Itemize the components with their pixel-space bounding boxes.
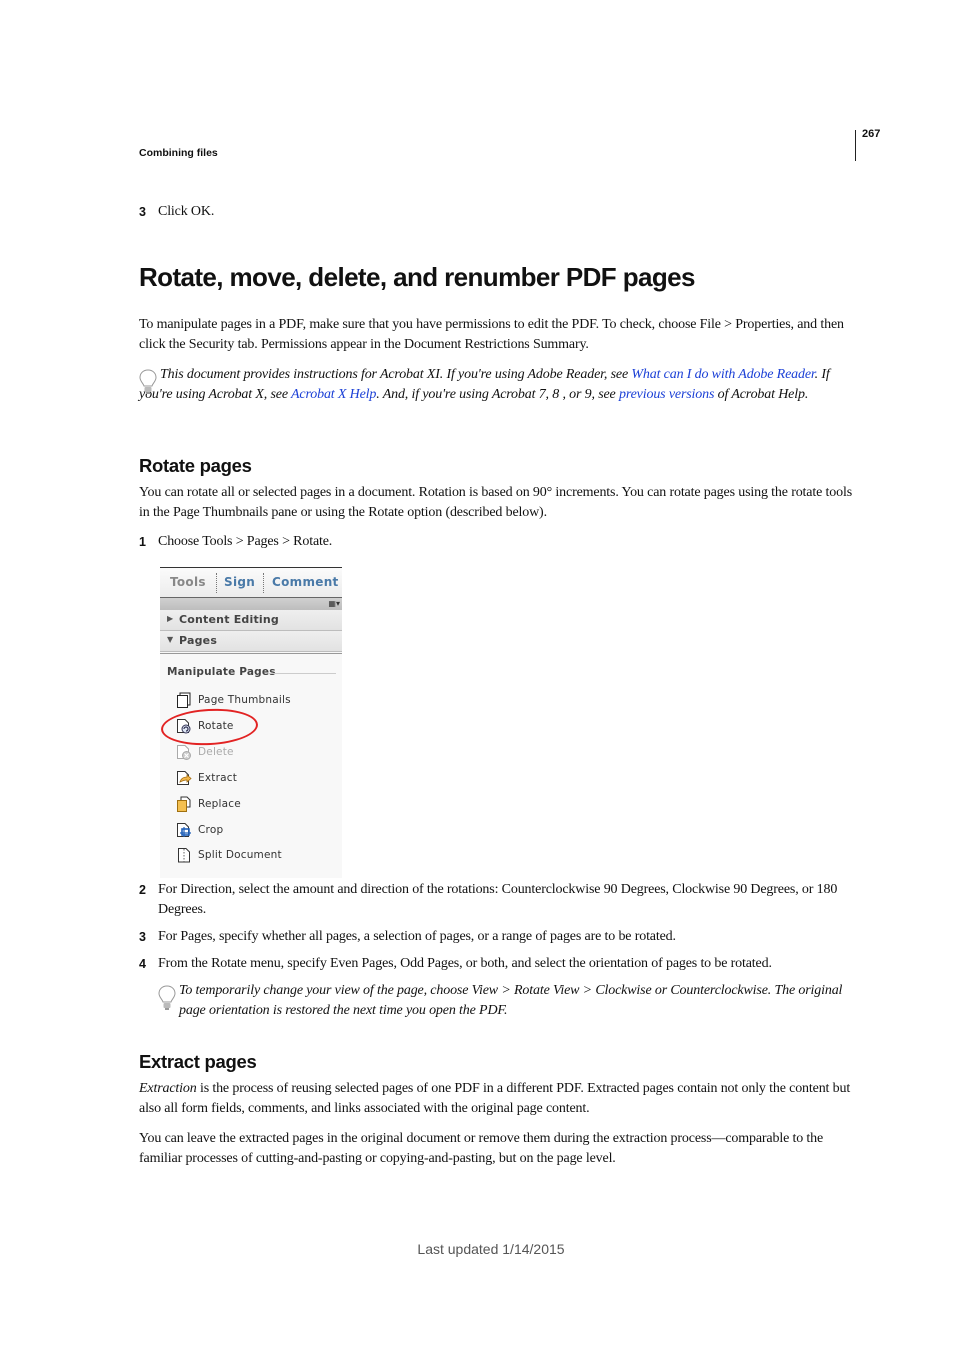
tab-tools[interactable]: Tools: [170, 575, 206, 589]
section-label: Content Editing: [179, 613, 279, 626]
header-rule: [855, 130, 856, 161]
tool-label: Crop: [198, 824, 224, 836]
intro-paragraph: To manipulate pages in a PDF, make sure …: [139, 317, 844, 352]
rotate-highlight-ring: [160, 706, 259, 748]
tool-label: Replace: [198, 798, 241, 810]
tool-delete: Delete: [176, 744, 336, 764]
step-text: For Direction, select the amount and dir…: [158, 882, 838, 917]
step-number: 4: [139, 957, 146, 971]
tool-crop[interactable]: Crop: [176, 822, 336, 842]
extract-icon: [177, 771, 192, 785]
tab-separator: [263, 573, 264, 593]
step-text: From the Rotate menu, specify Even Pages…: [158, 956, 772, 971]
step-text: Choose Tools > Pages > Rotate.: [158, 534, 333, 549]
section-label: Pages: [179, 634, 218, 647]
section-pages[interactable]: ▼ Pages: [160, 631, 342, 652]
page-thumbnails-icon: [177, 692, 191, 708]
last-updated: Last updated 1/14/2015: [417, 1241, 565, 1257]
crop-icon: [177, 823, 191, 837]
pane-tab-bar: Tools Sign Comment: [160, 567, 342, 597]
tool-split-document[interactable]: Split Document: [176, 847, 336, 867]
delete-page-icon: [177, 745, 191, 760]
link-previous-versions[interactable]: previous versions: [619, 387, 714, 402]
extract-paragraph-1: Extraction is the process of reusing sel…: [139, 1079, 854, 1119]
split-document-icon: [178, 848, 190, 863]
pane-toolbar: ▦▾: [160, 597, 342, 610]
step-text: For Pages, specify whether all pages, a …: [158, 929, 676, 944]
tab-separator: [216, 573, 217, 593]
step-number: 2: [139, 883, 146, 897]
note-text: To temporarily change your view of the p…: [179, 983, 843, 1018]
tool-label: Split Document: [198, 849, 282, 861]
section-content-editing[interactable]: ▶ Content Editing: [160, 610, 342, 631]
section-heading-extract: Extract pages: [139, 1051, 257, 1072]
acrobat-tools-pane-screenshot: Tools Sign Comment ▦▾ ▶ Content Editing …: [160, 567, 342, 878]
link-what-can-i-do-with-reader[interactable]: What can I do with Adobe Reader: [631, 367, 814, 382]
note-text: This document provides instructions for …: [160, 367, 632, 382]
replace-icon: [177, 796, 191, 812]
section-heading-rotate: Rotate pages: [139, 455, 252, 476]
tab-comment[interactable]: Comment: [272, 575, 339, 589]
note-text: . And, if you're using Acrobat 7, 8 , or…: [376, 387, 619, 402]
step-number: 3: [139, 930, 146, 944]
page-title: Rotate, move, delete, and renumber PDF p…: [139, 262, 695, 292]
step-text: Click OK.: [158, 204, 215, 219]
lightbulb-icon: [158, 985, 176, 1010]
link-acrobat-x-help[interactable]: Acrobat X Help: [291, 387, 376, 402]
tool-label: Delete: [198, 746, 234, 758]
paragraph-text: is the process of reusing selected pages…: [139, 1081, 851, 1116]
note-callout: This document provides instructions for …: [139, 365, 854, 405]
tool-extract[interactable]: Extract: [176, 770, 336, 790]
group-title: Manipulate Pages: [167, 666, 276, 678]
divider: [268, 673, 336, 674]
divider: [160, 653, 342, 654]
rotate-paragraph: You can rotate all or selected pages in …: [139, 485, 852, 520]
running-head: Combining files: [139, 147, 218, 159]
tool-replace[interactable]: Replace: [176, 796, 336, 816]
note-text: of Acrobat Help.: [714, 387, 809, 402]
lightbulb-icon: [139, 369, 157, 394]
chevron-right-icon: ▶: [167, 614, 174, 623]
tool-label: Extract: [198, 772, 238, 784]
step-number: 1: [139, 535, 146, 549]
note-callout: To temporarily change your view of the p…: [158, 981, 848, 1021]
panel-options-icon[interactable]: ▦▾: [328, 599, 340, 608]
step-number: 3: [139, 205, 146, 219]
term-extraction: Extraction: [139, 1081, 197, 1096]
page-number: 267: [862, 128, 881, 140]
tab-sign[interactable]: Sign: [224, 575, 255, 589]
extract-paragraph-2: You can leave the extracted pages in the…: [139, 1131, 824, 1166]
page-footer: Last updated 1/14/2015: [0, 1241, 954, 1257]
chevron-down-icon: ▼: [167, 635, 174, 644]
tool-label: Page Thumbnails: [198, 694, 291, 706]
